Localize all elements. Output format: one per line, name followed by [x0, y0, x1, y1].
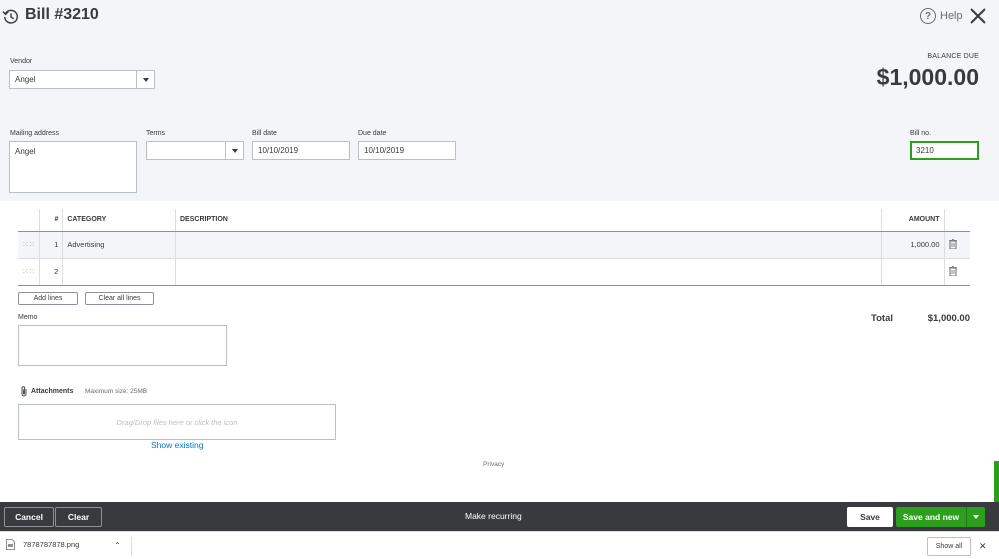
mailing-address-label: Mailing address: [10, 130, 60, 137]
chevron-down-icon[interactable]: [225, 142, 243, 159]
category-cell[interactable]: Advertising: [62, 231, 176, 259]
clear-all-lines-button[interactable]: Clear all lines: [85, 292, 154, 305]
chevron-down-icon[interactable]: [966, 507, 985, 527]
save-and-new-label: Save and new: [902, 512, 960, 522]
description-cell[interactable]: [175, 231, 882, 259]
cancel-button[interactable]: Cancel: [4, 507, 54, 527]
category-cell[interactable]: [62, 258, 176, 286]
column-header-category: CATEGORY: [62, 209, 176, 232]
mailing-address-field[interactable]: Angel: [9, 141, 137, 193]
terms-label: Terms: [146, 130, 166, 137]
column-header-number: #: [39, 209, 63, 232]
help-button[interactable]: ? Help: [920, 8, 963, 24]
downloads-bar: 7878787878.png ⌃ Show all ✕: [0, 531, 999, 559]
trash-header: [943, 209, 970, 232]
clear-button[interactable]: Clear: [55, 507, 102, 527]
download-file-name: 7878787878.png: [23, 540, 80, 549]
show-existing-link[interactable]: Show existing: [151, 440, 203, 450]
mailing-address-value: Angel: [15, 147, 36, 156]
memo-field[interactable]: [18, 325, 227, 366]
vendor-select[interactable]: Angel: [9, 70, 155, 89]
save-and-new-button[interactable]: Save and new: [896, 507, 985, 527]
privacy-link[interactable]: Privacy: [483, 461, 504, 468]
delete-row-button[interactable]: [943, 231, 970, 259]
amount-cell[interactable]: [880, 258, 945, 286]
close-icon[interactable]: [968, 6, 988, 26]
due-date-label: Due date: [358, 130, 387, 137]
chevron-down-icon[interactable]: [136, 71, 154, 88]
balance-due-amount: $1,000.00: [876, 64, 979, 90]
divider: [131, 537, 132, 556]
add-lines-button[interactable]: Add lines: [18, 292, 78, 305]
bill-window: Bill #3210 ? Help Vendor Angel BALANCE D…: [0, 0, 999, 559]
table-row[interactable]: ⁙⁙ 2: [18, 258, 970, 286]
footer-bar: Cancel Clear Make recurring Save Save an…: [0, 502, 999, 531]
bill-header: Bill #3210 ? Help Vendor Angel BALANCE D…: [0, 0, 999, 201]
paperclip-icon: [21, 386, 27, 397]
attachment-dropzone[interactable]: Drag/Drop files here or click the icon: [18, 404, 336, 440]
total-amount: $1,000.00: [927, 313, 970, 324]
attachments-label: Attachments: [31, 388, 74, 395]
bill-no-value: 3210: [916, 146, 934, 155]
chevron-up-icon[interactable]: ⌃: [114, 541, 121, 550]
history-icon[interactable]: [2, 8, 20, 26]
bill-no-field[interactable]: 3210: [910, 141, 979, 160]
bill-date-field[interactable]: 10/10/2019: [252, 141, 350, 160]
grip-header: [18, 209, 40, 232]
download-item[interactable]: 7878787878.png: [6, 539, 79, 550]
file-icon: [6, 539, 15, 550]
column-header-description: DESCRIPTION: [175, 209, 882, 232]
dropzone-label: Drag/Drop files here or click the icon: [116, 417, 238, 427]
due-date-field[interactable]: 10/10/2019: [358, 141, 456, 160]
amount-cell[interactable]: 1,000.00: [880, 231, 945, 259]
delete-row-button[interactable]: [943, 258, 970, 286]
bill-date-value: 10/10/2019: [258, 146, 299, 155]
max-size-label: Maximum size: 25MB: [85, 388, 148, 395]
page-title: Bill #3210: [25, 6, 99, 23]
memo-label: Memo: [18, 314, 38, 321]
vendor-value: Angel: [15, 75, 36, 84]
terms-select[interactable]: [146, 141, 244, 160]
close-icon[interactable]: ✕: [979, 541, 987, 552]
vendor-label: Vendor: [10, 58, 33, 65]
row-number: 2: [39, 258, 63, 286]
total-label: Total: [871, 313, 893, 324]
show-all-button[interactable]: Show all: [927, 537, 971, 556]
column-header-amount: AMOUNT: [880, 209, 945, 232]
trash-icon: [948, 238, 957, 249]
row-number: 1: [39, 231, 63, 259]
trash-icon: [948, 265, 957, 276]
bill-no-label: Bill no.: [910, 130, 932, 137]
make-recurring-link[interactable]: Make recurring: [465, 511, 522, 521]
save-button[interactable]: Save: [847, 507, 893, 527]
balance-due-label: BALANCE DUE: [927, 53, 979, 60]
drag-handle-icon[interactable]: ⁙⁙: [18, 258, 40, 286]
help-label: Help: [940, 10, 963, 22]
question-icon: ?: [920, 8, 936, 24]
table-header-row: # CATEGORY DESCRIPTION AMOUNT: [18, 209, 970, 232]
due-date-value: 10/10/2019: [364, 146, 405, 155]
description-cell[interactable]: [175, 258, 882, 286]
drag-handle-icon[interactable]: ⁙⁙: [18, 231, 40, 259]
bill-date-label: Bill date: [252, 130, 277, 137]
category-details-table: # CATEGORY DESCRIPTION AMOUNT ⁙⁙ 1 Adver…: [18, 209, 970, 286]
attachments-header[interactable]: Attachments: [20, 386, 73, 397]
table-row[interactable]: ⁙⁙ 1 Advertising 1,000.00: [18, 231, 970, 259]
